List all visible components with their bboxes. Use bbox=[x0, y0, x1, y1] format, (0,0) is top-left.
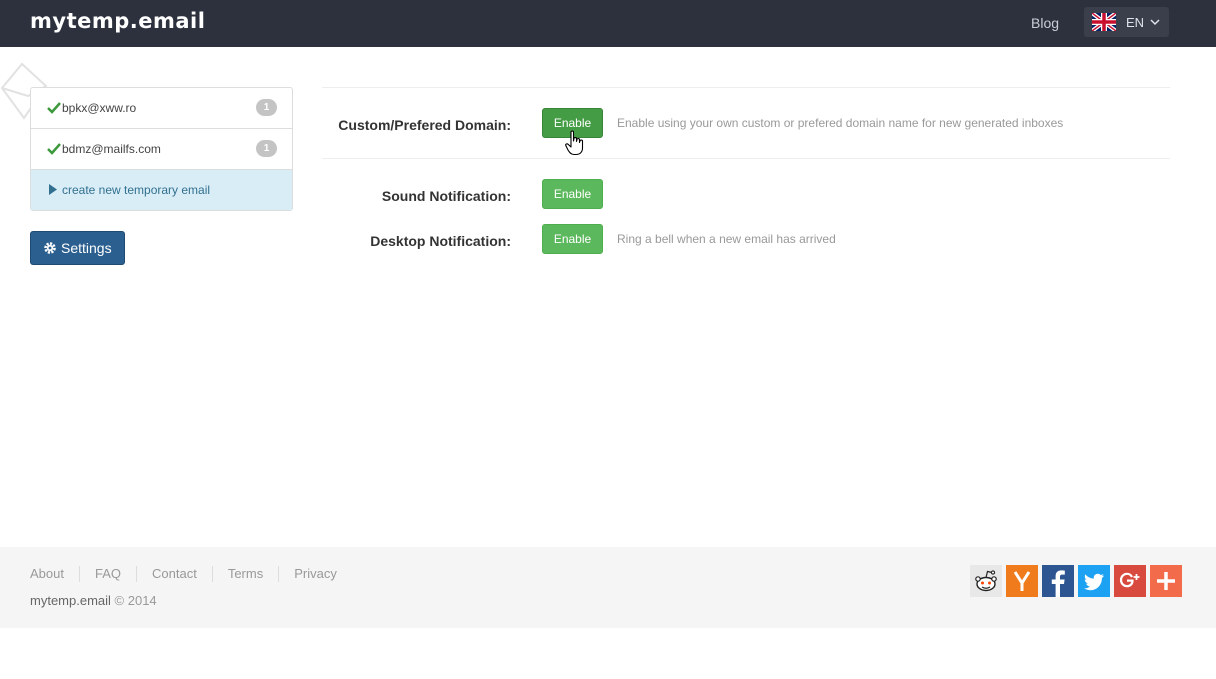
create-new-email-button[interactable]: create new temporary email bbox=[31, 170, 292, 210]
divider bbox=[322, 87, 1170, 88]
reddit-icon[interactable] bbox=[970, 565, 1002, 597]
google-plus-icon[interactable] bbox=[1114, 565, 1146, 597]
nav-blog-link[interactable]: Blog bbox=[1031, 15, 1059, 31]
inbox-address: bpkx@xww.ro bbox=[62, 101, 137, 115]
facebook-icon[interactable] bbox=[1042, 565, 1074, 597]
settings-button[interactable]: Settings bbox=[30, 231, 125, 265]
inbox-item[interactable]: bpkx@xww.ro 1 bbox=[31, 88, 292, 129]
uk-flag-icon bbox=[1092, 13, 1116, 31]
unread-count-badge: 1 bbox=[256, 99, 277, 116]
footer-link-terms[interactable]: Terms bbox=[211, 566, 278, 582]
copyright-year: © 2014 bbox=[114, 593, 157, 608]
play-icon bbox=[49, 184, 57, 195]
footer-link-privacy[interactable]: Privacy bbox=[278, 566, 352, 582]
language-selector[interactable]: EN bbox=[1084, 7, 1169, 37]
inbox-address: bdmz@mailfs.com bbox=[62, 142, 161, 156]
settings-label: Settings bbox=[61, 240, 112, 256]
check-icon bbox=[47, 102, 61, 114]
create-new-email-label: create new temporary email bbox=[62, 183, 211, 197]
copyright-site: mytemp.email bbox=[30, 593, 111, 608]
inbox-list: bpkx@xww.ro 1 bdmz@mailfs.com 1 create n… bbox=[30, 87, 293, 211]
gear-icon bbox=[44, 242, 56, 254]
custom-domain-label: Custom/Prefered Domain: bbox=[338, 117, 511, 133]
footer-link-faq[interactable]: FAQ bbox=[78, 566, 136, 582]
footer-link-about[interactable]: About bbox=[30, 566, 79, 582]
brand-logo[interactable]: mytemp.email bbox=[30, 9, 205, 33]
desktop-notification-help: Ring a bell when a new email has arrived bbox=[617, 232, 836, 246]
language-label: EN bbox=[1126, 15, 1145, 30]
desktop-notification-enable-button[interactable]: Enable bbox=[542, 224, 603, 254]
unread-count-badge: 1 bbox=[256, 140, 277, 157]
more-share-icon[interactable] bbox=[1150, 565, 1182, 597]
sound-notification-enable-button[interactable]: Enable bbox=[542, 179, 603, 209]
sound-notification-label: Sound Notification: bbox=[381, 188, 511, 204]
hacker-news-icon[interactable] bbox=[1006, 565, 1038, 597]
inbox-item[interactable]: bdmz@mailfs.com 1 bbox=[31, 129, 292, 170]
desktop-notification-label: Desktop Notification: bbox=[370, 233, 511, 249]
footer-links: About FAQ Contact Terms Privacy bbox=[30, 566, 352, 582]
check-icon bbox=[47, 143, 61, 155]
footer: About FAQ Contact Terms Privacy mytemp.email… bbox=[0, 547, 1216, 628]
divider bbox=[322, 158, 1170, 159]
copyright: mytemp.email © 2014 bbox=[30, 593, 157, 608]
footer-link-contact[interactable]: Contact bbox=[136, 566, 212, 582]
chevron-down-icon bbox=[1150, 19, 1160, 26]
hand-cursor-icon bbox=[565, 130, 584, 156]
top-navbar: mytemp.email Blog EN bbox=[0, 0, 1216, 47]
custom-domain-help: Enable using your own custom or prefered… bbox=[617, 116, 1064, 130]
twitter-icon[interactable] bbox=[1078, 565, 1110, 597]
